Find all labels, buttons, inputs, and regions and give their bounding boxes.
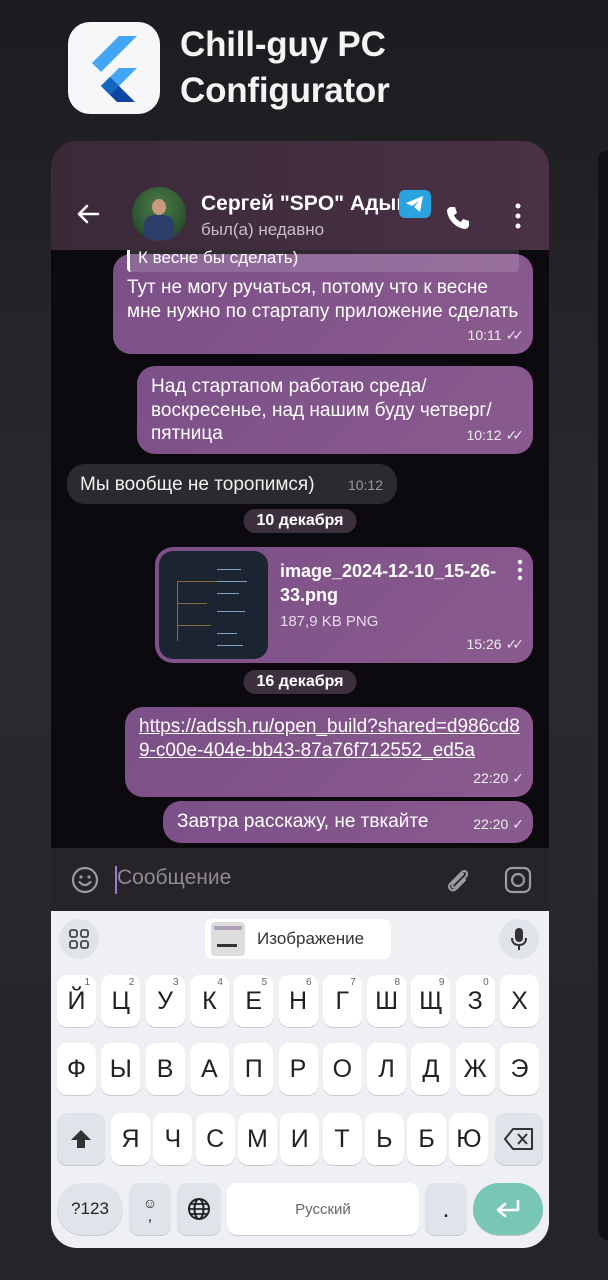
file-message[interactable]: image_2024-12-10_15-26-33.png 187,9 KB P… <box>155 547 533 663</box>
message-composer: Сообщение <box>51 848 549 911</box>
key-Ф[interactable]: Ф <box>57 1043 96 1095</box>
chat-header: Сергей "SPO" Адышкин был(а) недавно <box>51 141 549 250</box>
key-Е[interactable]: Е5 <box>234 975 274 1027</box>
key-Г[interactable]: Г7 <box>322 975 362 1027</box>
key-В[interactable]: В <box>145 1043 185 1095</box>
message-time: 15:26 ✓✓ <box>466 633 525 657</box>
key-Х[interactable]: Х <box>500 975 539 1027</box>
message-text: Завтра расскажу, не твкайте <box>177 811 429 832</box>
double-check-icon: ✓✓ <box>505 326 525 343</box>
key-Э[interactable]: Э <box>500 1043 539 1095</box>
phone-icon[interactable] <box>443 203 473 233</box>
emoji-icon[interactable] <box>71 866 99 894</box>
app-preview-card[interactable]: Сергей "SPO" Адышкин был(а) недавно К ве… <box>51 141 549 1248</box>
key-П[interactable]: П <box>234 1043 274 1095</box>
message-time: 10:11 ✓✓ <box>468 324 525 348</box>
key-Р[interactable]: Р <box>278 1043 318 1095</box>
enter-key[interactable] <box>473 1183 543 1235</box>
double-check-icon: ✓✓ <box>505 635 525 652</box>
message-bubble-outgoing[interactable]: Над стартапом работаю среда/ воскресенье… <box>137 366 533 454</box>
key-Ц[interactable]: Ц2 <box>101 975 141 1027</box>
message-list[interactable]: К весне бы сделать) Тут не могу ручаться… <box>51 250 549 848</box>
image-thumbnail-icon <box>211 922 245 956</box>
clipboard-image-suggestion[interactable]: Изображение <box>205 919 391 959</box>
key-Й[interactable]: Й1 <box>57 975 96 1027</box>
telegram-icon <box>399 190 431 218</box>
key-Я[interactable]: Я <box>111 1113 150 1165</box>
key-Б[interactable]: Б <box>407 1113 447 1165</box>
key-Л[interactable]: Л <box>367 1043 407 1095</box>
key-Ь[interactable]: Ь <box>364 1113 404 1165</box>
shift-key[interactable] <box>57 1113 105 1165</box>
message-bubble-outgoing[interactable]: Завтра расскажу, не твкайте 22:20 ✓ <box>163 801 533 843</box>
apps-grid-icon[interactable] <box>59 919 99 959</box>
contact-status: был(а) недавно <box>201 220 325 239</box>
check-icon: ✓ <box>512 815 524 832</box>
key-А[interactable]: А <box>189 1043 229 1095</box>
file-size: 187,9 KB PNG <box>280 613 379 630</box>
key-Ж[interactable]: Ж <box>455 1043 495 1095</box>
date-separator: 16 декабря <box>243 670 357 694</box>
message-text: Мы вообще не торопимся) <box>80 474 315 495</box>
paperclip-icon[interactable] <box>443 865 473 895</box>
key-И[interactable]: И <box>280 1113 320 1165</box>
key-К[interactable]: К4 <box>189 975 229 1027</box>
check-icon: ✓ <box>512 769 524 786</box>
message-link[interactable]: https://adssh.ru/open_build?shared=d986c… <box>139 715 525 762</box>
period-key[interactable]: . <box>425 1183 467 1235</box>
camera-icon[interactable] <box>503 865 533 895</box>
emoji-comma-key[interactable]: ☺, <box>129 1183 171 1235</box>
message-time: 22:20 ✓ <box>473 813 524 837</box>
message-bubble-outgoing[interactable]: К весне бы сделать) Тут не могу ручаться… <box>113 250 533 354</box>
key-Ш[interactable]: Ш8 <box>367 975 407 1027</box>
key-Ю[interactable]: Ю <box>449 1113 489 1165</box>
avatar[interactable] <box>132 187 186 241</box>
next-app-card-edge[interactable] <box>598 150 608 1240</box>
message-bubble-incoming[interactable]: Мы вообще не торопимся) 10:12 <box>67 464 397 504</box>
key-Щ[interactable]: Щ9 <box>411 975 451 1027</box>
app-title: Chill-guy PC Configurator <box>180 25 390 110</box>
double-check-icon: ✓✓ <box>505 426 525 443</box>
file-name: image_2024-12-10_15-26-33.png <box>280 561 497 605</box>
key-Ы[interactable]: Ы <box>101 1043 141 1095</box>
message-time: 10:12 ✓✓ <box>466 424 525 448</box>
symbols-key[interactable]: ?123 <box>57 1183 123 1235</box>
message-time: 10:12 <box>347 477 383 493</box>
key-Н[interactable]: Н6 <box>278 975 318 1027</box>
microphone-icon[interactable] <box>499 919 539 959</box>
more-vert-icon[interactable] <box>511 203 525 229</box>
more-vert-icon[interactable] <box>517 559 523 581</box>
key-З[interactable]: З0 <box>455 975 495 1027</box>
contact-name[interactable]: Сергей "SPO" Адышкин <box>201 192 401 216</box>
reply-quote[interactable]: К весне бы сделать) <box>127 250 519 272</box>
globe-key[interactable] <box>177 1183 221 1235</box>
message-input[interactable]: Сообщение <box>117 866 231 890</box>
key-У[interactable]: У3 <box>145 975 185 1027</box>
globe-icon <box>188 1198 210 1220</box>
backspace-key[interactable] <box>495 1113 543 1165</box>
message-time: 22:20 ✓ <box>473 767 524 791</box>
soft-keyboard: Изображение Й1Ц2У3К4Е5Н6Г7Ш8Щ9З0Х ФЫВАПР… <box>51 911 549 1248</box>
key-Ч[interactable]: Ч <box>153 1113 193 1165</box>
message-text: Тут не могу ручаться, потому что к весне… <box>127 277 519 322</box>
space-key[interactable]: Русский <box>227 1183 419 1235</box>
key-Д[interactable]: Д <box>411 1043 451 1095</box>
key-О[interactable]: О <box>322 1043 362 1095</box>
arrow-left-icon[interactable] <box>73 199 103 229</box>
key-М[interactable]: М <box>237 1113 277 1165</box>
image-thumbnail[interactable] <box>159 551 268 659</box>
date-separator: 10 декабря <box>243 509 357 533</box>
keyboard-toolbar: Изображение <box>51 911 549 967</box>
app-header: Chill-guy PC Configurator <box>68 22 440 114</box>
key-Т[interactable]: Т <box>322 1113 362 1165</box>
suggestion-label: Изображение <box>257 929 365 948</box>
key-С[interactable]: С <box>195 1113 235 1165</box>
flutter-icon[interactable] <box>68 22 160 114</box>
message-bubble-outgoing[interactable]: https://adssh.ru/open_build?shared=d986c… <box>125 707 533 797</box>
